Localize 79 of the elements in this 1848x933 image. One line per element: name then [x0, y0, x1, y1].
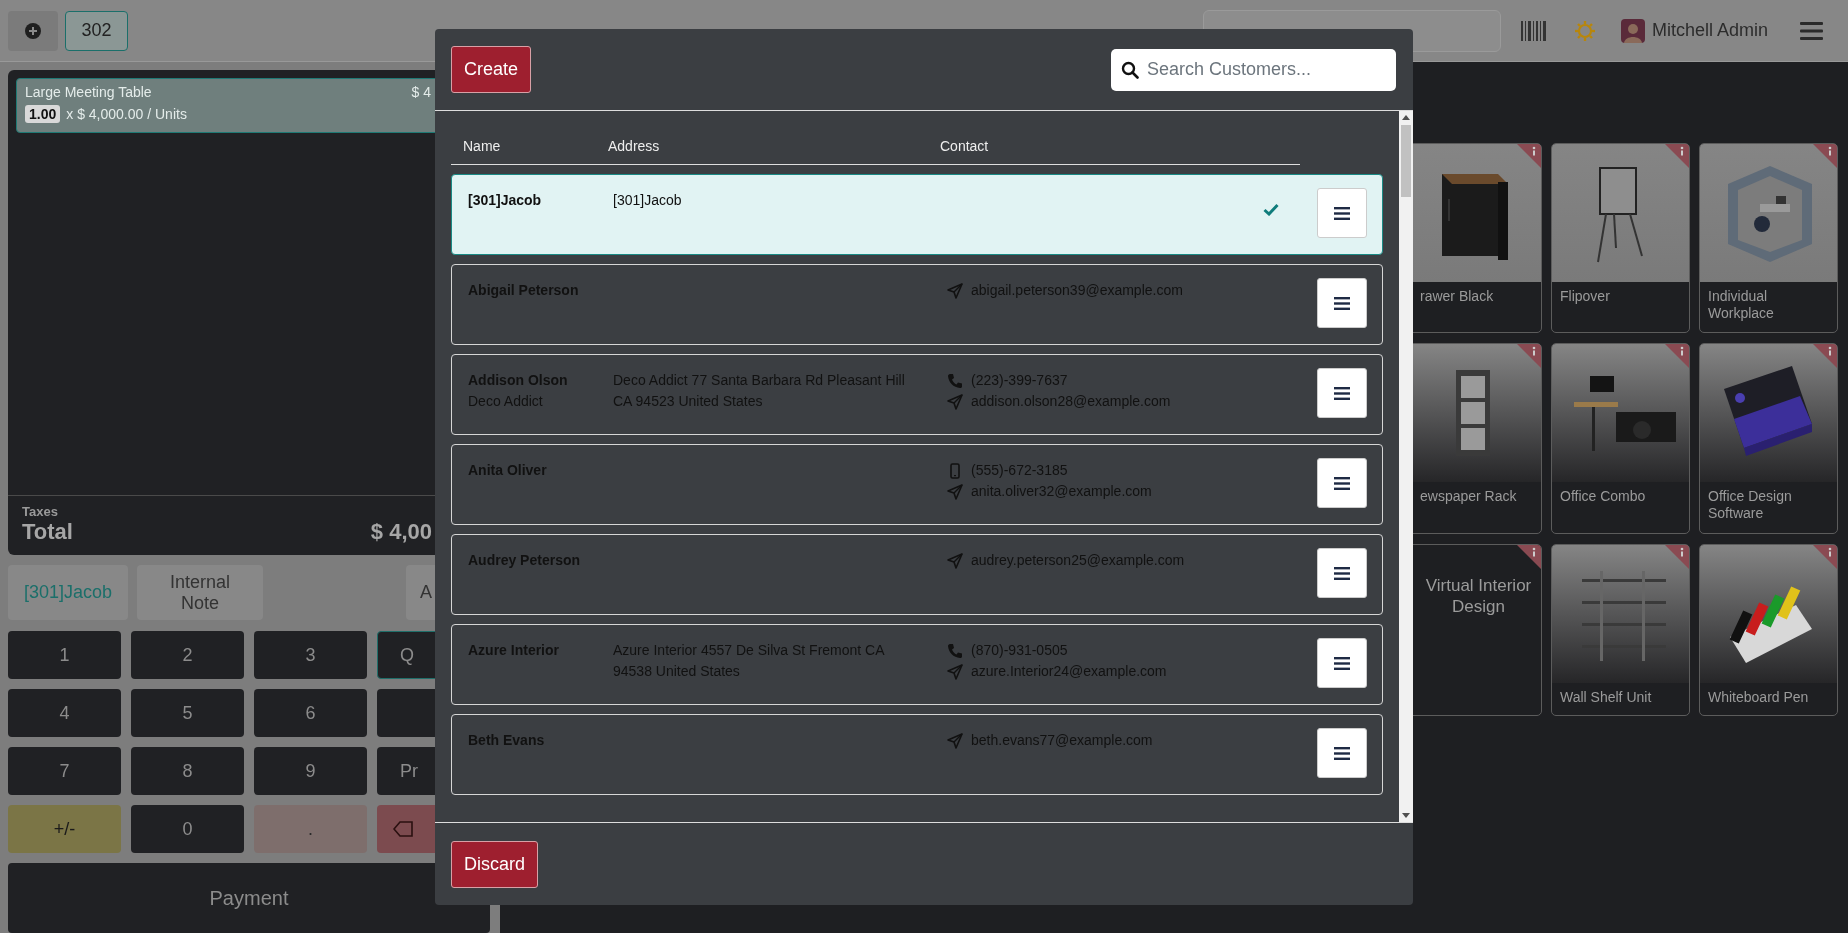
row-menu-button[interactable] — [1317, 548, 1367, 598]
digit-key[interactable]: 6 — [254, 689, 367, 737]
quantity: 1.00 — [25, 105, 61, 123]
line-price: $ 4 — [411, 84, 431, 100]
row-menu-button[interactable] — [1317, 638, 1367, 688]
search-icon — [1121, 60, 1139, 79]
menu-icon — [1334, 296, 1350, 310]
digit-key[interactable]: 3 — [254, 631, 367, 679]
product-name: Office Design Software — [1707, 487, 1793, 523]
digit-key[interactable]: 1 — [8, 631, 121, 679]
product-name: Flipover — [1559, 287, 1611, 306]
barcode-icon[interactable] — [1520, 20, 1547, 41]
digit-key[interactable]: 8 — [131, 747, 244, 795]
row-menu-button[interactable] — [1317, 188, 1367, 238]
row-menu-button[interactable] — [1317, 728, 1367, 778]
plus-circle-icon — [24, 21, 42, 40]
search-field[interactable]: Search Customers... — [1111, 48, 1396, 91]
digit-key[interactable]: 7 — [8, 747, 121, 795]
send-icon — [947, 552, 963, 569]
backspace-icon — [393, 821, 413, 837]
add-order-button[interactable] — [8, 10, 58, 51]
product-name: rawer Black — [1419, 287, 1495, 306]
menu-icon — [1334, 386, 1350, 400]
user-name[interactable]: Mitchell Admin — [1651, 20, 1768, 41]
row-menu-button[interactable] — [1317, 278, 1367, 328]
product-card[interactable]: Office Design Software — [1699, 343, 1838, 534]
send-icon — [947, 732, 963, 749]
menu-icon[interactable] — [1800, 21, 1823, 40]
unit-price: x $ 4,000.00 / Units — [66, 106, 187, 122]
send-icon — [947, 483, 963, 500]
menu-icon — [1334, 656, 1350, 670]
row-menu-button[interactable] — [1317, 368, 1367, 418]
menu-icon — [1334, 566, 1350, 580]
column-header: Address — [608, 138, 661, 154]
menu-icon — [1334, 206, 1350, 220]
mobile-phone-icon — [947, 462, 963, 479]
product-card[interactable]: Office Combo — [1551, 343, 1690, 534]
product-name: Wall Shelf Unit — [1559, 688, 1653, 707]
avatar[interactable] — [1620, 18, 1645, 43]
digit-key[interactable]: 5 — [131, 689, 244, 737]
info-icon[interactable] — [1517, 545, 1541, 569]
row-menu-button[interactable] — [1317, 458, 1367, 508]
total-label: Total — [22, 519, 73, 545]
digit-key[interactable]: 4 — [8, 689, 121, 737]
send-icon — [947, 393, 963, 410]
product-card[interactable]: Individual Workplace — [1699, 143, 1838, 333]
column-header: Contact — [940, 138, 990, 154]
address-line: [301]Jacob — [613, 191, 683, 210]
total-amount: $ 4,00 — [370, 519, 432, 545]
check-icon — [1263, 203, 1279, 216]
product-name: Whiteboard Pen — [1707, 688, 1810, 707]
menu-icon — [1334, 476, 1350, 490]
send-icon — [947, 282, 963, 299]
sign-key[interactable]: +/- — [8, 805, 121, 853]
phone-icon — [947, 372, 963, 389]
product-card[interactable]: Flipover — [1551, 143, 1690, 333]
internal-note-button[interactable]: Internal Note — [137, 565, 263, 620]
product-name: Large Meeting Table — [25, 84, 152, 100]
send-icon — [947, 663, 963, 680]
column-header: Name — [463, 138, 502, 154]
taxes-label: Taxes — [22, 504, 59, 519]
product-card[interactable]: Wall Shelf Unit — [1551, 544, 1690, 716]
customer-name: [301]Jacob — [468, 191, 543, 210]
customer-row[interactable]: [301]Jacob [301]Jacob — [451, 174, 1383, 255]
product-name: Virtual Interior Design — [1424, 575, 1533, 617]
discard-button[interactable]: Discard — [451, 840, 538, 888]
digit-key[interactable]: 2 — [131, 631, 244, 679]
digit-key[interactable]: 0 — [131, 805, 244, 853]
digit-key[interactable]: 9 — [254, 747, 367, 795]
decimal-key[interactable]: . — [254, 805, 367, 853]
order-tab[interactable]: 302 — [65, 10, 128, 51]
product-card[interactable]: Whiteboard Pen — [1699, 544, 1838, 716]
phone-icon — [947, 642, 963, 659]
product-name: Individual Workplace — [1707, 287, 1775, 323]
product-name: Office Combo — [1559, 487, 1647, 506]
create-button[interactable]: Create — [451, 46, 532, 93]
scrollbar[interactable] — [1399, 111, 1413, 822]
menu-icon — [1334, 746, 1350, 760]
product-name: ewspaper Rack — [1419, 487, 1518, 506]
